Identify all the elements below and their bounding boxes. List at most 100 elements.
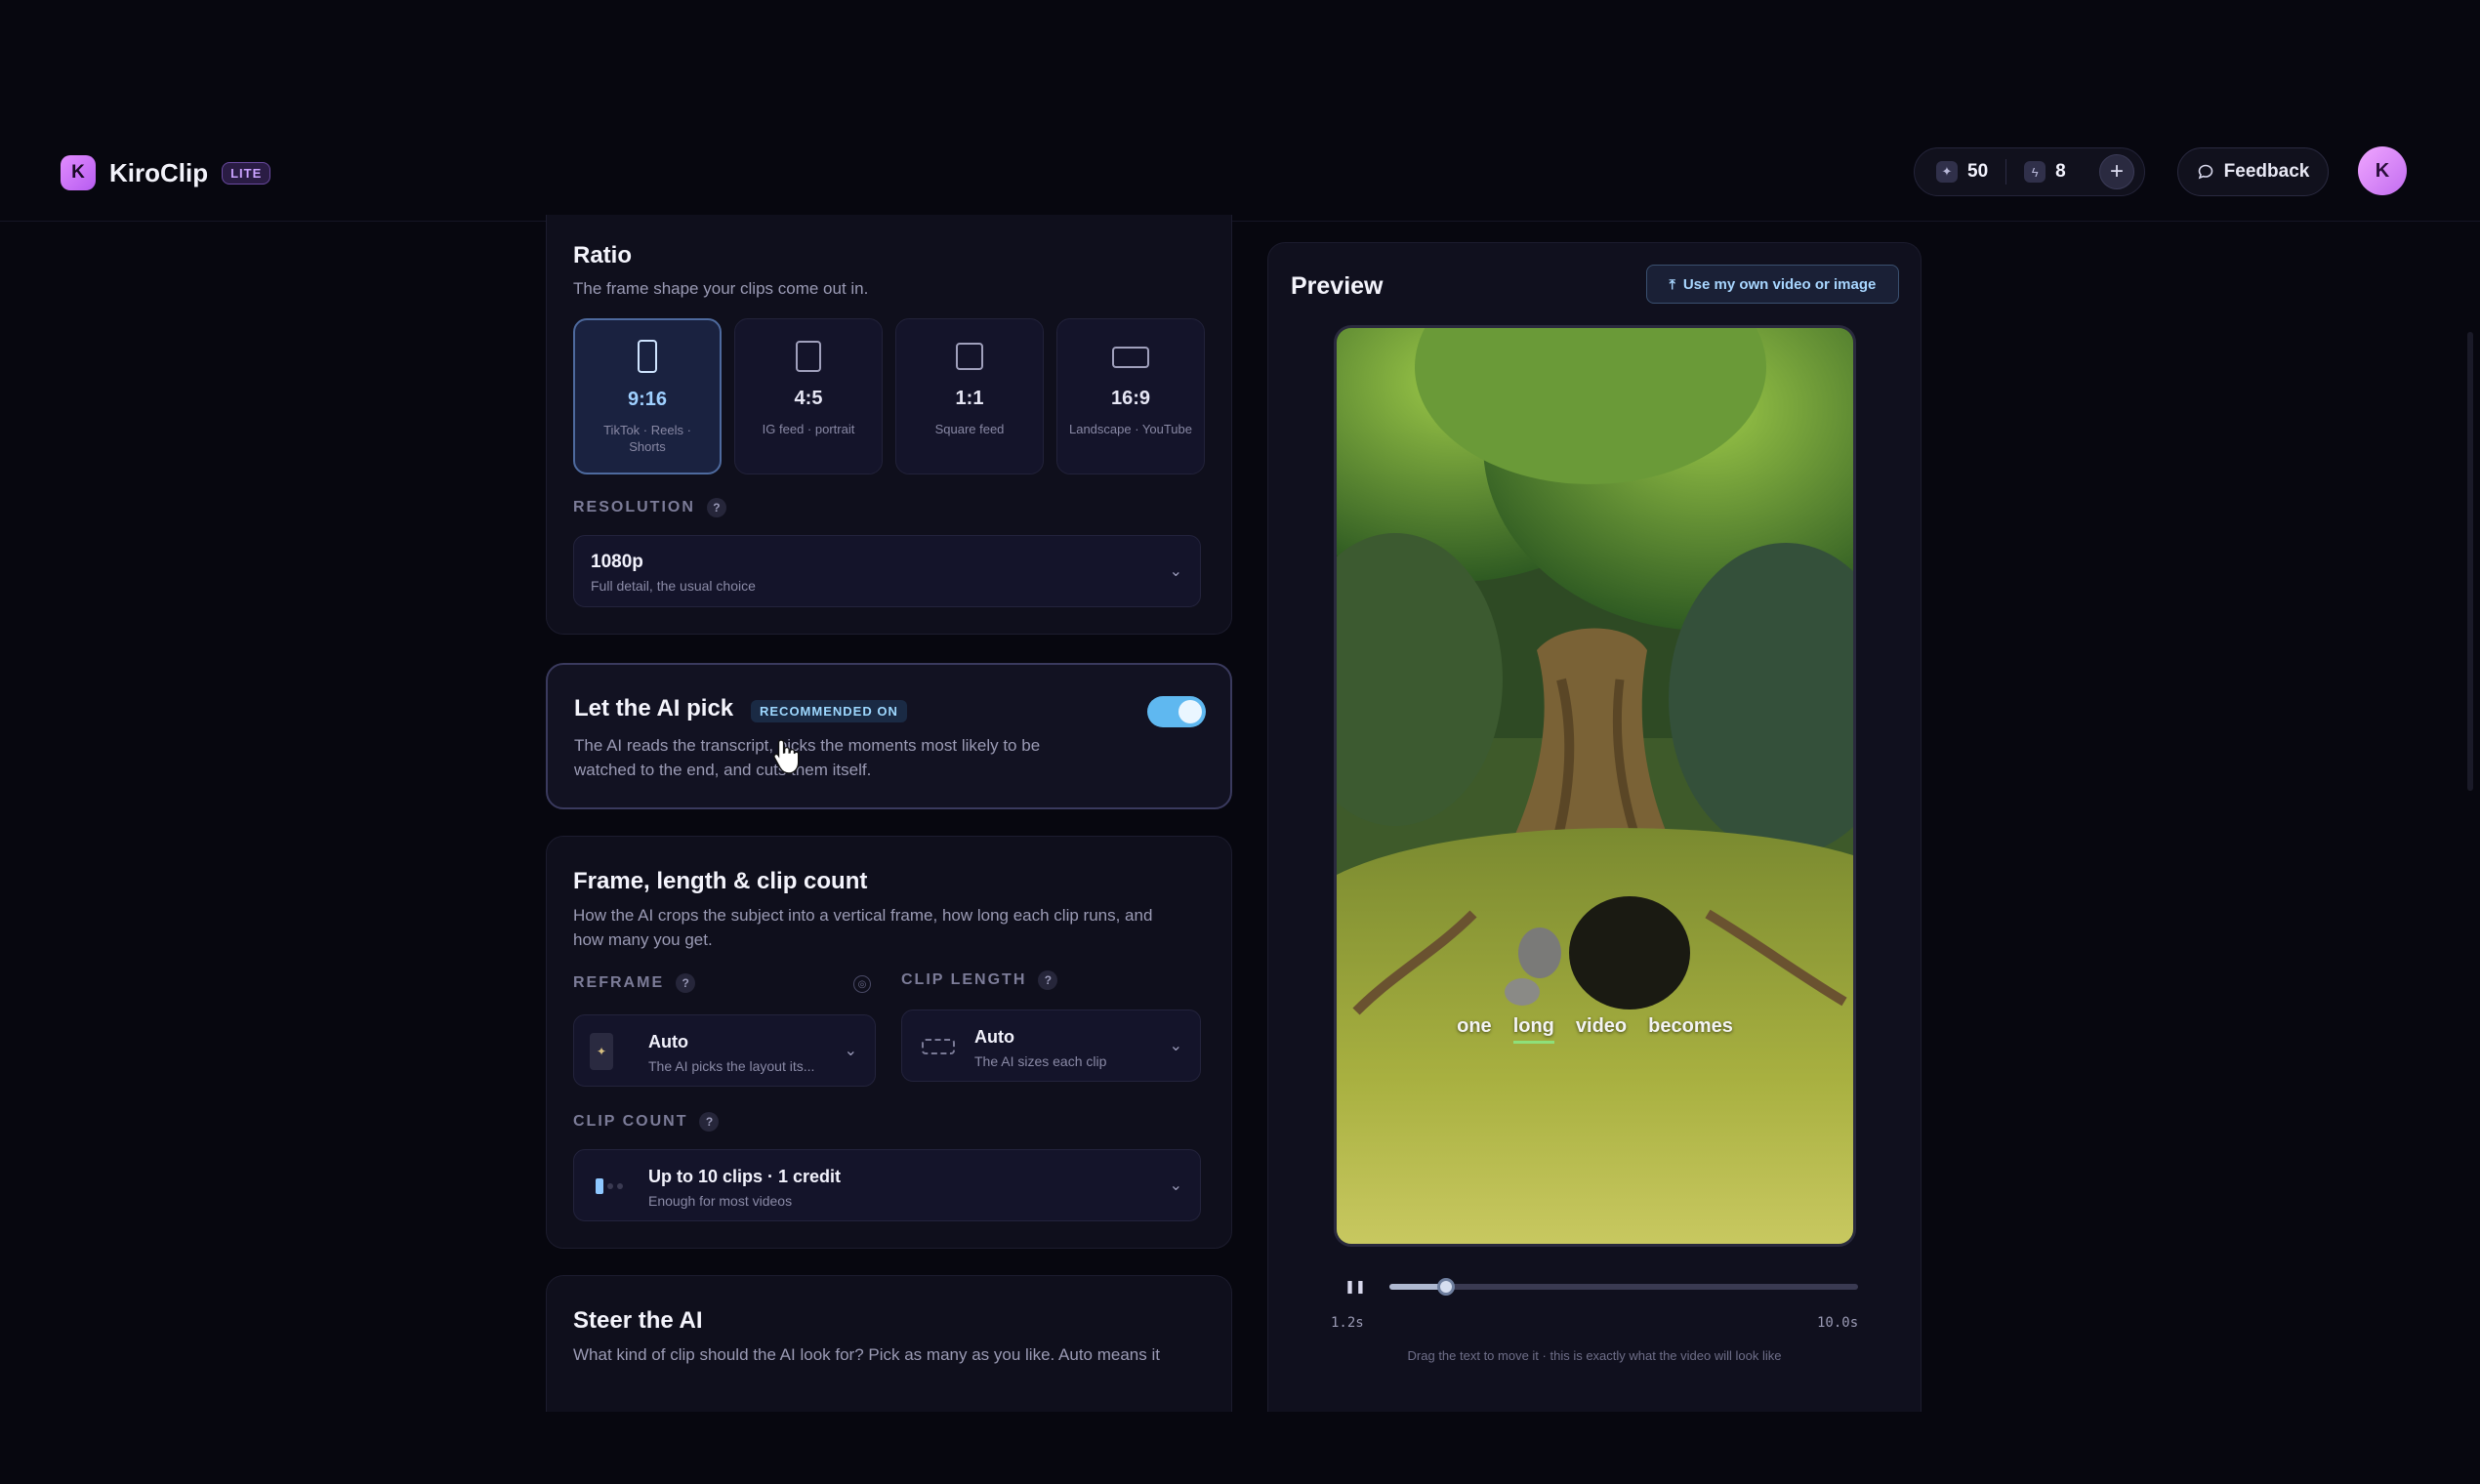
ratio-value: 4:5	[794, 388, 823, 409]
playback-scrubber[interactable]	[1389, 1278, 1858, 1296]
frame-subtitle-line2: how many you get.	[573, 930, 713, 949]
clip-length-label-text: CLIP LENGTH	[901, 971, 1027, 988]
toggle-knob	[1178, 700, 1202, 723]
ratio-title: Ratio	[573, 242, 632, 268]
upload-own-media-button[interactable]: ⤒ Use my own video or image	[1646, 265, 1899, 304]
ratio-panel: Ratio The frame shape your clips come ou…	[546, 215, 1232, 635]
ai-pick-panel: Let the AI pick RECOMMENDED ON The AI re…	[546, 663, 1232, 809]
clip-length-desc: The AI sizes each clip	[974, 1053, 1107, 1069]
resolution-label: RESOLUTION ?	[573, 498, 726, 517]
chevron-down-icon: ⌄	[1169, 1038, 1182, 1054]
current-time: 1.2s	[1331, 1315, 1364, 1331]
clip-length-select[interactable]: Auto The AI sizes each clip ⌄	[901, 1010, 1201, 1082]
ai-pick-desc-line1: The AI reads the transcript, picks the m…	[574, 736, 1041, 755]
frame-length-panel: Frame, length & clip count How the AI cr…	[546, 836, 1232, 1249]
reframe-value: Auto	[648, 1032, 688, 1051]
caption-word: video	[1575, 1015, 1628, 1037]
resolution-value: 1080p	[591, 552, 643, 572]
brand-logo: K	[61, 155, 96, 190]
upload-icon: ⤒	[1669, 275, 1675, 292]
clip-count-bars-icon	[596, 1178, 623, 1194]
clip-count-select[interactable]: Up to 10 clips · 1 credit Enough for mos…	[573, 1149, 1201, 1221]
clip-length-value: Auto	[974, 1027, 1014, 1047]
sparkle-credits-value: 50	[1967, 161, 1989, 182]
clip-count-desc: Enough for most videos	[648, 1193, 793, 1209]
caption-word-highlighted: long	[1512, 1015, 1554, 1044]
ratio-value: 9:16	[627, 389, 668, 410]
caption-overlay[interactable]: one long video becomes	[1337, 1015, 1853, 1044]
reframe-label: REFRAME ?	[573, 973, 696, 993]
ratio-desc: TikTok · Reels · Shorts	[603, 423, 691, 454]
ai-pick-title: Let the AI pick	[574, 695, 734, 721]
reframe-select[interactable]: ✦ Auto The AI picks the layout its... ⌄	[573, 1014, 876, 1087]
steer-title: Steer the AI	[573, 1307, 703, 1334]
chat-bubble-icon	[2198, 164, 2212, 180]
clip-count-label: CLIP COUNT ?	[573, 1112, 720, 1132]
page-scrollbar[interactable]	[2467, 332, 2473, 791]
preview-hint: Drag the text to move it · this is exact…	[1407, 1348, 1782, 1363]
bolt-icon: ϟ	[2024, 161, 2046, 183]
user-avatar[interactable]: K	[2358, 146, 2407, 195]
caption-word: becomes	[1648, 1015, 1733, 1037]
help-icon[interactable]: ?	[706, 498, 726, 517]
ratio-desc: Square feed	[934, 422, 1005, 436]
ai-pick-desc-line2: watched to the end, and cuts them itself…	[574, 761, 872, 779]
portrait-frame-icon	[796, 341, 821, 372]
steer-panel: Steer the AI What kind of clip should th…	[546, 1275, 1232, 1412]
reframe-label-text: REFRAME	[573, 974, 665, 991]
frame-subtitle: How the AI crops the subject into a vert…	[573, 903, 1208, 952]
sparkle-icon: ✦	[1936, 161, 1958, 183]
ratio-option-1-1[interactable]: 1:1 Square feed	[895, 318, 1044, 474]
ratio-value: 16:9	[1110, 388, 1151, 409]
resolution-desc: Full detail, the usual choice	[591, 578, 756, 594]
upload-label: Use my own video or image	[1682, 275, 1877, 293]
resolution-label-text: RESOLUTION	[573, 499, 695, 515]
landscape-frame-icon	[1112, 347, 1149, 368]
ratio-option-4-5[interactable]: 4:5 IG feed · portrait	[734, 318, 883, 474]
feedback-label: Feedback	[2223, 161, 2310, 182]
help-icon[interactable]: ?	[1038, 970, 1058, 990]
clip-length-label: CLIP LENGTH ?	[901, 970, 1058, 990]
preview-panel: Preview ⤒ Use my own video or image one …	[1267, 242, 1922, 1412]
recommended-badge: RECOMMENDED ON	[751, 700, 907, 722]
steer-subtitle: What kind of clip should the AI look for…	[573, 1345, 1160, 1364]
resolution-select[interactable]: 1080p Full detail, the usual choice ⌄	[573, 535, 1201, 607]
credits-divider	[2005, 159, 2007, 185]
ratio-value: 1:1	[955, 388, 984, 409]
reframe-desc: The AI picks the layout its...	[648, 1058, 815, 1074]
preview-title: Preview	[1291, 272, 1384, 300]
credits-pill[interactable]: ✦ 50 ϟ 8 +	[1914, 147, 2145, 196]
ratio-option-16-9[interactable]: 16:9 Landscape · YouTube	[1056, 318, 1205, 474]
frame-title: Frame, length & clip count	[573, 868, 868, 894]
chevron-down-icon: ⌄	[1169, 1177, 1182, 1194]
chevron-down-icon: ⌄	[844, 1043, 857, 1059]
square-frame-icon	[956, 343, 983, 370]
add-credits-button[interactable]: +	[2099, 154, 2134, 189]
ratio-desc: IG feed · portrait	[762, 422, 855, 436]
plan-badge: LITE	[222, 161, 271, 185]
pause-icon[interactable]: ❚❚	[1344, 1278, 1366, 1296]
chevron-down-icon: ⌄	[1169, 563, 1182, 580]
brand[interactable]: K KiroClip LITE	[61, 155, 271, 190]
clip-length-icon	[922, 1039, 955, 1054]
portrait-frame-icon	[638, 340, 657, 373]
top-header: K KiroClip LITE ✦ 50 ϟ 8 + Feedback K	[0, 122, 2480, 222]
ratio-subtitle: The frame shape your clips come out in.	[573, 279, 869, 298]
ai-pick-toggle[interactable]	[1147, 696, 1206, 727]
help-icon[interactable]: ?	[676, 973, 696, 993]
video-preview[interactable]: one long video becomes	[1334, 325, 1856, 1247]
help-icon[interactable]: ?	[699, 1112, 720, 1132]
bolt-credits-value: 8	[2055, 161, 2066, 182]
clip-count-label-text: CLIP COUNT	[573, 1113, 688, 1130]
target-icon[interactable]: ◎	[853, 975, 871, 993]
ratio-desc: Landscape · YouTube	[1068, 422, 1192, 436]
caption-word: one	[1457, 1015, 1492, 1037]
ai-pick-desc: The AI reads the transcript, picks the m…	[574, 733, 1121, 782]
frame-subtitle-line1: How the AI crops the subject into a vert…	[573, 906, 1153, 925]
mouse-cursor-icon	[773, 739, 800, 774]
total-time: 10.0s	[1817, 1315, 1859, 1331]
auto-reframe-icon: ✦	[590, 1033, 613, 1070]
ratio-option-9-16[interactable]: 9:16 TikTok · Reels · Shorts	[573, 318, 722, 474]
scrubber-handle[interactable]	[1436, 1278, 1455, 1296]
feedback-button[interactable]: Feedback	[2177, 147, 2329, 196]
